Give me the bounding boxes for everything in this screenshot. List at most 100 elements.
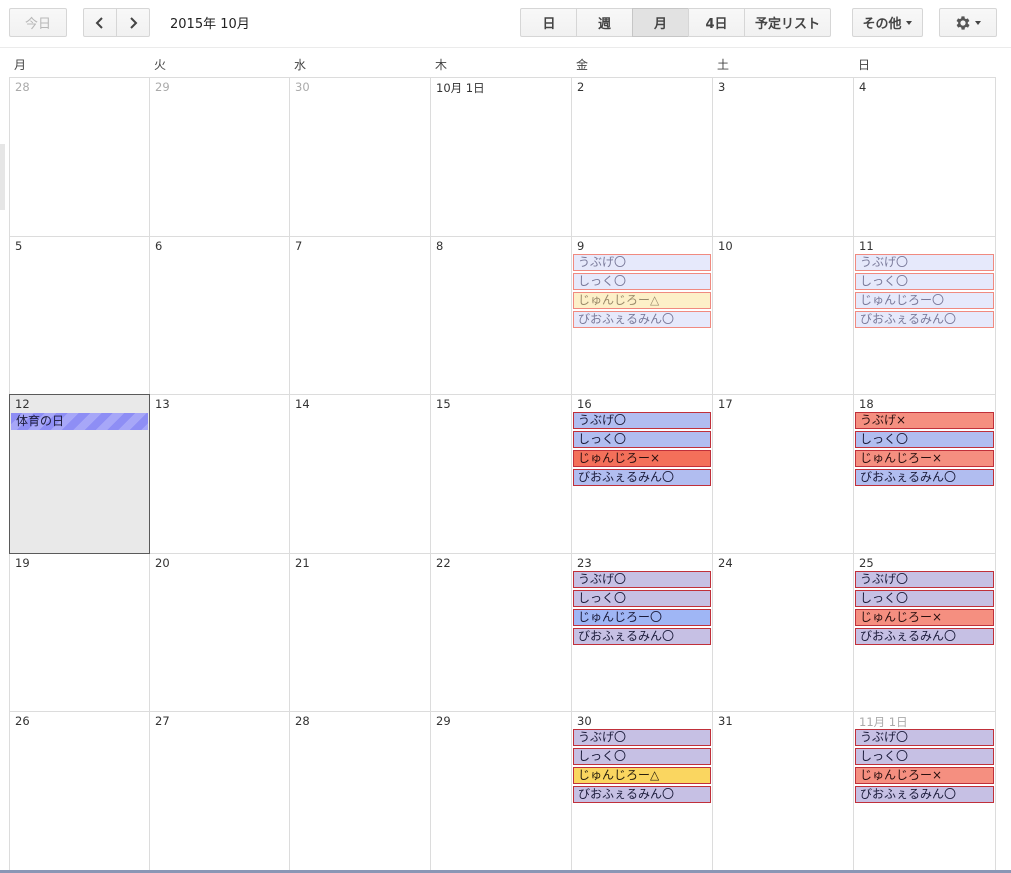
day-cell[interactable]: 2 — [572, 78, 713, 237]
event-chip[interactable]: しっく〇 — [573, 748, 711, 765]
day-cell[interactable]: 26 — [10, 712, 150, 873]
event-chip[interactable]: じゅんじろー〇 — [573, 609, 711, 626]
day-number[interactable]: 5 — [15, 239, 22, 253]
event-chip[interactable]: うぶげ〇 — [573, 412, 711, 429]
day-number[interactable]: 9 — [577, 239, 584, 253]
day-number[interactable]: 27 — [155, 714, 170, 728]
event-chip[interactable]: うぶげ〇 — [573, 729, 711, 746]
day-number[interactable]: 11 — [859, 239, 874, 253]
day-cell[interactable]: 11月 1日 うぶげ〇しっく〇じゅんじろー× びおふぇるみん〇 — [854, 712, 996, 873]
day-number[interactable]: 10 — [718, 239, 733, 253]
view-button-4[interactable]: 予定リスト — [744, 8, 831, 37]
day-cell[interactable]: 20 — [150, 554, 290, 712]
event-chip[interactable]: びおふぇるみん〇 — [573, 469, 711, 486]
day-number[interactable]: 2 — [577, 80, 584, 94]
day-cell[interactable]: 7 — [290, 237, 431, 395]
day-number[interactable]: 28 — [295, 714, 310, 728]
event-chip[interactable]: しっく〇 — [855, 748, 994, 765]
day-number[interactable]: 20 — [155, 556, 170, 570]
day-cell[interactable]: 15 — [431, 395, 572, 554]
day-number[interactable]: 7 — [295, 239, 302, 253]
day-number[interactable]: 31 — [718, 714, 733, 728]
day-cell[interactable]: 27 — [150, 712, 290, 873]
day-cell[interactable]: 18 うぶげ× しっく〇 じゅんじろー× びおふぇるみん〇 — [854, 395, 996, 554]
day-number[interactable]: 28 — [15, 80, 30, 94]
day-cell[interactable]: 30 — [290, 78, 431, 237]
day-number[interactable]: 13 — [155, 397, 170, 411]
event-chip[interactable]: しっく〇 — [855, 273, 994, 290]
event-chip[interactable]: びおふぇるみん〇 — [573, 311, 711, 328]
day-number[interactable]: 6 — [155, 239, 162, 253]
event-chip[interactable]: びおふぇるみん〇 — [855, 469, 994, 486]
day-cell[interactable]: 24 — [713, 554, 854, 712]
event-chip[interactable]: しっく〇 — [855, 431, 994, 448]
day-cell[interactable]: 11 うぶげ〇 しっく〇 じゅんじろー〇 びおふぇるみん〇 — [854, 237, 996, 395]
event-chip[interactable]: びおふぇるみん〇 — [573, 786, 711, 803]
day-cell[interactable]: 5 — [10, 237, 150, 395]
event-chip[interactable]: じゅんじろー× — [855, 450, 994, 467]
day-number[interactable]: 30 — [577, 714, 592, 728]
day-cell[interactable]: 23 うぶげ〇しっく〇じゅんじろー〇 びおふぇるみん〇 — [572, 554, 713, 712]
day-cell[interactable]: 8 — [431, 237, 572, 395]
view-button-1[interactable]: 週 — [576, 8, 633, 37]
day-number[interactable]: 22 — [436, 556, 451, 570]
day-cell[interactable]: 9 うぶげ〇 しっく〇 じゅんじろー△ びおふぇるみん〇 — [572, 237, 713, 395]
day-cell[interactable]: 28 — [10, 78, 150, 237]
day-cell[interactable]: 25 うぶげ〇 しっく〇 じゅんじろー× びおふぇるみん〇 — [854, 554, 996, 712]
event-chip[interactable]: うぶげ× — [855, 412, 994, 429]
day-cell[interactable]: 10月 1日 — [431, 78, 572, 237]
event-chip[interactable]: びおふぇるみん〇 — [573, 628, 711, 645]
day-number[interactable]: 17 — [718, 397, 733, 411]
day-number[interactable]: 29 — [155, 80, 170, 94]
today-button[interactable]: 今日 — [9, 8, 67, 37]
day-number[interactable]: 4 — [859, 80, 866, 94]
day-number[interactable]: 14 — [295, 397, 310, 411]
day-cell[interactable]: 3 — [713, 78, 854, 237]
day-cell[interactable]: 22 — [431, 554, 572, 712]
view-button-3[interactable]: 4日 — [688, 8, 745, 37]
day-cell[interactable]: 19 — [10, 554, 150, 712]
day-number[interactable]: 11月 1日 — [859, 714, 908, 730]
event-chip[interactable]: じゅんじろー× — [573, 450, 711, 467]
day-number[interactable]: 25 — [859, 556, 874, 570]
day-number[interactable]: 24 — [718, 556, 733, 570]
event-chip[interactable]: びおふぇるみん〇 — [855, 786, 994, 803]
sidebar-collapse-handle[interactable] — [0, 144, 5, 210]
day-cell[interactable]: 29 — [431, 712, 572, 873]
day-cell[interactable]: 29 — [150, 78, 290, 237]
event-chip[interactable]: しっく〇 — [573, 590, 711, 607]
event-chip[interactable]: うぶげ〇 — [573, 571, 711, 588]
day-number[interactable]: 12 — [15, 397, 30, 411]
day-number[interactable]: 23 — [577, 556, 592, 570]
event-chip[interactable]: しっく〇 — [573, 431, 711, 448]
day-cell[interactable]: 10 — [713, 237, 854, 395]
allday-event-holiday[interactable]: 体育の日 — [11, 413, 148, 430]
day-number[interactable]: 26 — [15, 714, 30, 728]
day-cell[interactable]: 31 — [713, 712, 854, 873]
more-menu-button[interactable]: その他 — [852, 8, 923, 37]
day-cell[interactable]: 13 — [150, 395, 290, 554]
day-cell[interactable]: 30 うぶげ〇 しっく〇 じゅんじろー△ びおふぇるみん〇 — [572, 712, 713, 873]
view-button-2[interactable]: 月 — [632, 8, 689, 37]
day-number[interactable]: 16 — [577, 397, 592, 411]
day-number[interactable]: 15 — [436, 397, 451, 411]
event-chip[interactable]: しっく〇 — [855, 590, 994, 607]
day-cell[interactable]: 28 — [290, 712, 431, 873]
event-chip[interactable]: じゅんじろー× — [855, 767, 994, 784]
event-chip[interactable]: しっく〇 — [573, 273, 711, 290]
day-number[interactable]: 10月 1日 — [436, 80, 485, 96]
prev-month-button[interactable] — [83, 8, 117, 37]
next-month-button[interactable] — [116, 8, 150, 37]
day-number[interactable]: 29 — [436, 714, 451, 728]
day-cell[interactable]: 17 — [713, 395, 854, 554]
event-chip[interactable]: びおふぇるみん〇 — [855, 628, 994, 645]
day-cell[interactable]: 6 — [150, 237, 290, 395]
view-button-0[interactable]: 日 — [520, 8, 578, 37]
day-number[interactable]: 19 — [15, 556, 30, 570]
day-number[interactable]: 30 — [295, 80, 310, 94]
day-cell[interactable]: 4 — [854, 78, 996, 237]
day-number[interactable]: 21 — [295, 556, 310, 570]
day-number[interactable]: 8 — [436, 239, 443, 253]
event-chip[interactable]: うぶげ〇 — [855, 254, 994, 271]
event-chip[interactable]: うぶげ〇 — [855, 729, 994, 746]
